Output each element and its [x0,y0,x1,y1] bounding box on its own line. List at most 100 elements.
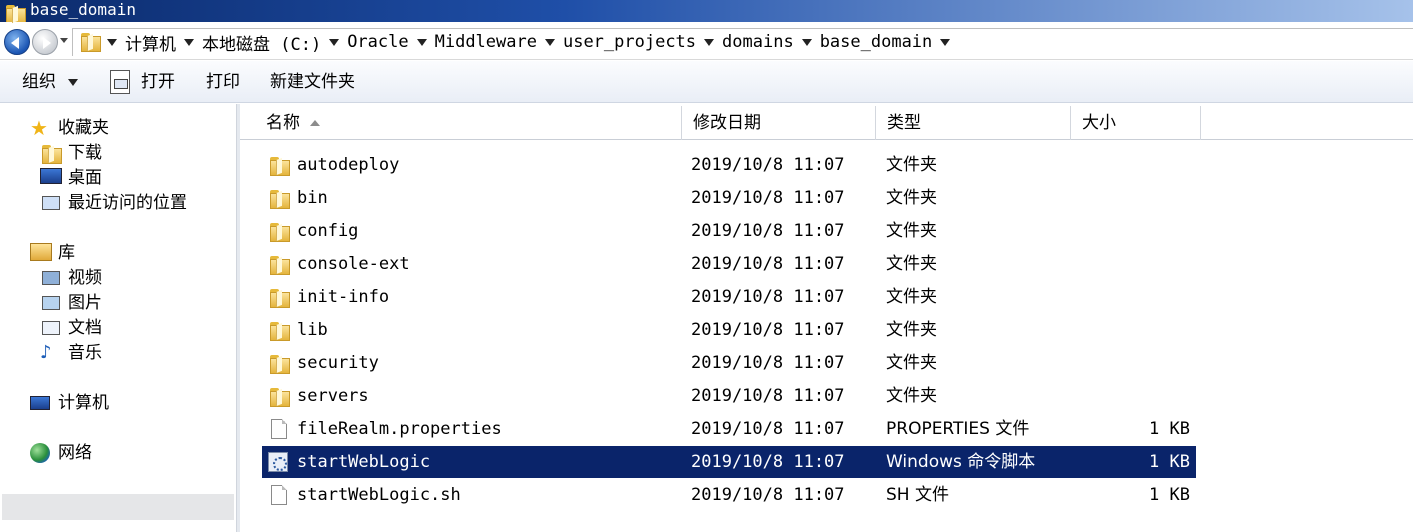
file-size [1092,248,1190,280]
address-bar[interactable]: 计算机 本地磁盘 (C:) Oracle Middleware user_pro… [72,28,1413,56]
document-icon [268,419,290,439]
folder-icon [268,155,290,176]
nav-recent-places[interactable]: 最近访问的位置 [40,191,187,215]
command-toolbar: 组织 打开 打印 新建文件夹 [0,61,1413,103]
column-header-type[interactable]: 类型 [876,106,1071,140]
file-name: startWebLogic.sh [297,485,461,505]
file-name: fileRealm.properties [297,419,502,439]
downloads-folder-icon [40,143,62,164]
file-row[interactable]: fileRealm.properties 2019/10/8 11:07 PROPE… [262,413,1196,445]
nav-music[interactable]: ♪ 音乐 [40,341,102,365]
file-size: 1 KB [1149,419,1190,439]
file-date: 2019/10/8 11:07 [691,452,845,472]
nav-pictures[interactable]: 图片 [40,291,102,315]
nav-documents[interactable]: 文档 [40,316,102,340]
nav-desktop[interactable]: 桌面 [40,166,102,190]
music-icon: ♪ [40,342,52,363]
file-type: Windows 命令脚本 [886,452,1036,472]
file-row[interactable]: startWebLogic.sh 2019/10/8 11:07 SH 文件 1 KB [262,479,1196,511]
file-row[interactable]: config 2019/10/8 11:07 文件夹 [262,215,1196,247]
file-size [1092,182,1190,214]
breadcrumb-item[interactable]: Middleware [435,32,563,52]
pane-splitter[interactable] [236,104,240,532]
recent-places-icon [40,193,62,213]
breadcrumb-chevron-icon[interactable] [416,38,427,46]
file-type: 文件夹 [886,188,937,208]
file-type: 文件夹 [886,254,937,274]
breadcrumb-chevron-icon[interactable] [329,38,340,46]
new-folder-button[interactable]: 新建文件夹 [270,61,355,103]
chevron-down-icon [68,78,78,86]
file-type: SH 文件 [886,485,949,505]
computer-icon [30,393,52,413]
breadcrumb-chevron-icon[interactable] [184,38,194,46]
file-date: 2019/10/8 11:07 [691,386,845,406]
documents-icon [40,318,62,338]
breadcrumb-item[interactable]: 本地磁盘 (C:) [202,30,347,55]
navigation-pane: ★ 收藏夹 下载 桌面 最近访问的位置 库 视频 图片 文档 ♪ 音乐 计算机 网络 [0,104,236,532]
back-button[interactable] [4,29,30,55]
folder-icon [268,353,290,374]
title-bar: base_domain [0,0,1413,24]
address-row: 计算机 本地磁盘 (C:) Oracle Middleware user_pro… [0,22,1413,60]
nav-selection-highlight [2,494,234,520]
breadcrumb-chevron-icon[interactable] [801,38,812,46]
column-header-date[interactable]: 修改日期 [682,106,876,140]
breadcrumb-item[interactable]: Oracle [347,32,434,52]
folder-icon [268,254,290,275]
pictures-icon [40,293,62,313]
nav-network[interactable]: 网络 [30,441,92,465]
file-name: servers [297,386,369,406]
file-date: 2019/10/8 11:07 [691,485,845,505]
file-row[interactable]: servers 2019/10/8 11:07 文件夹 [262,380,1196,412]
forward-button[interactable] [32,29,58,55]
file-row[interactable]: lib 2019/10/8 11:07 文件夹 [262,314,1196,346]
nav-libraries[interactable]: 库 [30,241,75,265]
file-size [1092,149,1190,181]
file-name: security [297,353,379,373]
sort-ascending-icon [310,120,320,126]
document-icon [268,485,290,505]
open-file-icon [110,70,130,94]
file-row[interactable]: autodeploy 2019/10/8 11:07 文件夹 [262,149,1196,181]
file-type: 文件夹 [886,155,937,175]
breadcrumb-chevron-icon[interactable] [704,38,715,46]
file-date: 2019/10/8 11:07 [691,353,845,373]
nav-favorites[interactable]: ★ 收藏夹 [30,116,109,140]
file-date: 2019/10/8 11:07 [691,287,845,307]
file-type: 文件夹 [886,221,937,241]
file-row[interactable]: console-ext 2019/10/8 11:07 文件夹 [262,248,1196,280]
file-date: 2019/10/8 11:07 [691,188,845,208]
nav-downloads[interactable]: 下载 [40,141,102,165]
folder-icon [79,31,101,52]
file-row[interactable]: init-info 2019/10/8 11:07 文件夹 [262,281,1196,313]
open-button[interactable]: 打开 [141,61,175,103]
breadcrumb-chevron-icon[interactable] [107,38,117,46]
file-name: config [297,221,359,241]
folder-icon [268,287,290,308]
breadcrumb-chevron-icon[interactable] [940,38,951,46]
file-row[interactable]: security 2019/10/8 11:07 文件夹 [262,347,1196,379]
nav-videos[interactable]: 视频 [40,266,102,290]
file-type: 文件夹 [886,320,937,340]
breadcrumb-item[interactable]: 计算机 [125,30,202,55]
breadcrumb-item[interactable]: base_domain [820,32,959,52]
star-icon: ★ [30,116,48,140]
folder-icon [268,221,290,242]
file-row[interactable]: startWebLogic 2019/10/8 11:07 Windows 命令脚本… [262,446,1196,478]
nav-computer[interactable]: 计算机 [30,391,109,415]
recent-pages-chevron-down-icon[interactable] [60,38,68,43]
breadcrumb-item[interactable]: user_projects [563,32,722,52]
window-title: base_domain [30,0,136,19]
file-name: init-info [297,287,390,307]
file-size: 1 KB [1149,452,1190,472]
organize-button[interactable]: 组织 [22,61,78,103]
print-button[interactable]: 打印 [206,61,240,103]
file-row[interactable]: bin 2019/10/8 11:07 文件夹 [262,182,1196,214]
breadcrumb-chevron-icon[interactable] [544,38,555,46]
column-header-size[interactable]: 大小 [1071,106,1201,140]
network-icon [30,443,52,463]
column-header-name[interactable]: 名称 [255,106,682,140]
file-date: 2019/10/8 11:07 [691,155,845,175]
breadcrumb-item[interactable]: domains [722,32,820,52]
